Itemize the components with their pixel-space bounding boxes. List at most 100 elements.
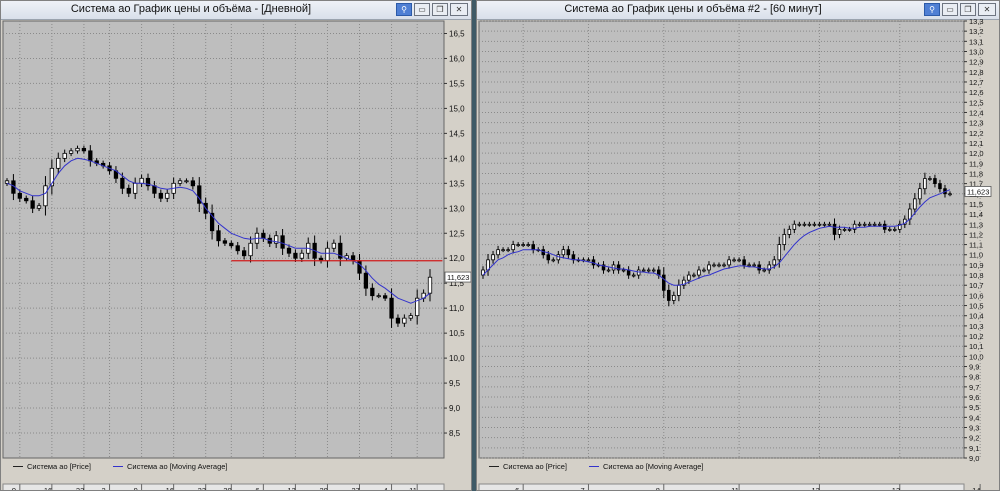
y-tick-label: 13,5 bbox=[449, 179, 465, 188]
plot-area bbox=[478, 20, 965, 459]
candle-body bbox=[222, 240, 228, 244]
minimize-icon[interactable]: ▭ bbox=[414, 3, 430, 16]
y-tick-label: 13,1 bbox=[969, 37, 984, 46]
x-tick-label: 20 bbox=[319, 486, 327, 490]
candle-body bbox=[261, 232, 266, 239]
y-tick-label: 13,0 bbox=[969, 47, 984, 56]
legend-item-price: Система ао [Price] bbox=[13, 462, 91, 471]
price-chart-hourly[interactable]: 13,313,213,113,0 12,912,812,712,612,512,4… bbox=[477, 19, 999, 490]
candle-body bbox=[286, 247, 292, 254]
candle-body bbox=[408, 315, 413, 319]
candle-body bbox=[672, 294, 676, 301]
legend-item-price: Система ао [Price] bbox=[489, 462, 567, 471]
x-tick-label: 23 bbox=[198, 486, 206, 490]
y-tick-label: 9,7 bbox=[969, 383, 979, 392]
chart-legend: Система ао [Price] Система ао [Moving Av… bbox=[13, 462, 228, 471]
candle-body bbox=[293, 252, 298, 259]
candle-body bbox=[646, 269, 651, 272]
candle-body bbox=[325, 247, 330, 262]
candle-body bbox=[777, 244, 782, 261]
candle-body bbox=[383, 295, 388, 299]
candle-body bbox=[651, 269, 656, 272]
y-tick-label: 10,0 bbox=[969, 352, 984, 361]
candle-body bbox=[737, 259, 741, 262]
minimize-icon[interactable]: ▭ bbox=[942, 3, 958, 16]
candle-body bbox=[732, 259, 736, 262]
candle-body bbox=[717, 264, 721, 267]
candle-body bbox=[862, 223, 867, 226]
y-tick-label: 9,0 bbox=[969, 454, 979, 463]
candle-body bbox=[152, 185, 157, 194]
candle-body bbox=[807, 223, 812, 226]
y-tick-label: 13,0 bbox=[449, 204, 465, 213]
candle-body bbox=[56, 157, 61, 169]
y-tick-label: 12,0 bbox=[969, 149, 984, 158]
candle-body bbox=[827, 223, 832, 226]
candle-body bbox=[772, 259, 777, 266]
legend-ma-label: Система ао [Moving Average] bbox=[126, 462, 228, 471]
candle-body bbox=[566, 249, 571, 256]
candle-body bbox=[43, 185, 48, 207]
pin-icon[interactable]: ⚲ bbox=[924, 3, 940, 16]
candle-body bbox=[631, 274, 636, 277]
candle-body bbox=[872, 223, 877, 226]
price-chart-daily[interactable]: 16,5 16,0 15,5 15,0 14,5 14,0 13,5 13,0 12,5 12,0… bbox=[1, 19, 471, 490]
candle-body bbox=[496, 249, 500, 256]
candle-body bbox=[636, 269, 641, 276]
candle-body bbox=[687, 274, 691, 281]
x-tick-label: 14 bbox=[972, 486, 980, 490]
y-tick-label: 9,3 bbox=[969, 424, 979, 433]
candle-body bbox=[782, 234, 787, 245]
y-tick-label: 10,8 bbox=[969, 271, 984, 280]
y-tick-label: 8,5 bbox=[449, 429, 461, 438]
legend-price-label: Система ао [Price] bbox=[27, 462, 91, 471]
y-tick-label: 14,0 bbox=[449, 154, 465, 163]
y-tick-label: 11,3 bbox=[969, 220, 983, 229]
window-titlebar[interactable]: Система ао График цены и объёма #2 - [60… bbox=[477, 1, 999, 20]
candle-body bbox=[707, 264, 711, 271]
y-tick-label: 10,2 bbox=[969, 332, 984, 341]
candle-body bbox=[662, 274, 666, 291]
candle-body bbox=[842, 228, 847, 231]
x-tick-label: 27 bbox=[352, 486, 360, 490]
candle-body bbox=[797, 223, 802, 226]
candle-body bbox=[837, 228, 842, 235]
y-tick-label: 10,0 bbox=[449, 354, 465, 363]
candle-body bbox=[877, 223, 882, 226]
last-price-label: 11,623 bbox=[447, 273, 469, 282]
y-tick-label: 9,1 bbox=[969, 444, 979, 453]
close-icon[interactable]: ✕ bbox=[978, 3, 996, 16]
y-tick-label: 12,2 bbox=[969, 129, 984, 138]
candle-body bbox=[36, 205, 42, 209]
candle-body bbox=[586, 259, 591, 262]
y-tick-label: 15,5 bbox=[449, 79, 465, 88]
restore-icon[interactable]: ❐ bbox=[432, 3, 448, 16]
y-tick-label: 12,7 bbox=[969, 78, 984, 87]
y-tick-label: 11,4 bbox=[969, 210, 983, 219]
candle-body bbox=[81, 147, 87, 152]
candle-body bbox=[822, 223, 827, 226]
candle-body bbox=[742, 259, 746, 266]
legend-item-ma: Система ао [Moving Average] bbox=[112, 462, 228, 471]
close-icon[interactable]: ✕ bbox=[450, 3, 468, 16]
candle-body bbox=[762, 269, 766, 272]
window-titlebar[interactable]: Система ао График цены и объёма - [Дневн… bbox=[1, 1, 471, 20]
pin-icon[interactable]: ⚲ bbox=[396, 3, 412, 16]
candle-body bbox=[133, 182, 138, 194]
y-tick-label: 9,4 bbox=[969, 413, 979, 422]
candle-body bbox=[606, 269, 611, 272]
candle-body bbox=[626, 269, 631, 276]
candle-body bbox=[88, 150, 93, 162]
candle-body bbox=[158, 192, 163, 199]
candle-body bbox=[177, 180, 183, 184]
last-price-marker: 11,623 bbox=[964, 186, 992, 197]
y-tick-label: 10,9 bbox=[969, 261, 984, 270]
candle-body bbox=[847, 228, 852, 231]
candle-body bbox=[376, 295, 381, 298]
restore-icon[interactable]: ❐ bbox=[960, 3, 976, 16]
y-tick-label: 11,5 bbox=[969, 200, 983, 209]
candle-body bbox=[17, 192, 22, 199]
candle-body bbox=[928, 178, 932, 180]
y-tick-label: 11,9 bbox=[969, 159, 983, 168]
x-tick-label: 13 bbox=[287, 486, 295, 490]
